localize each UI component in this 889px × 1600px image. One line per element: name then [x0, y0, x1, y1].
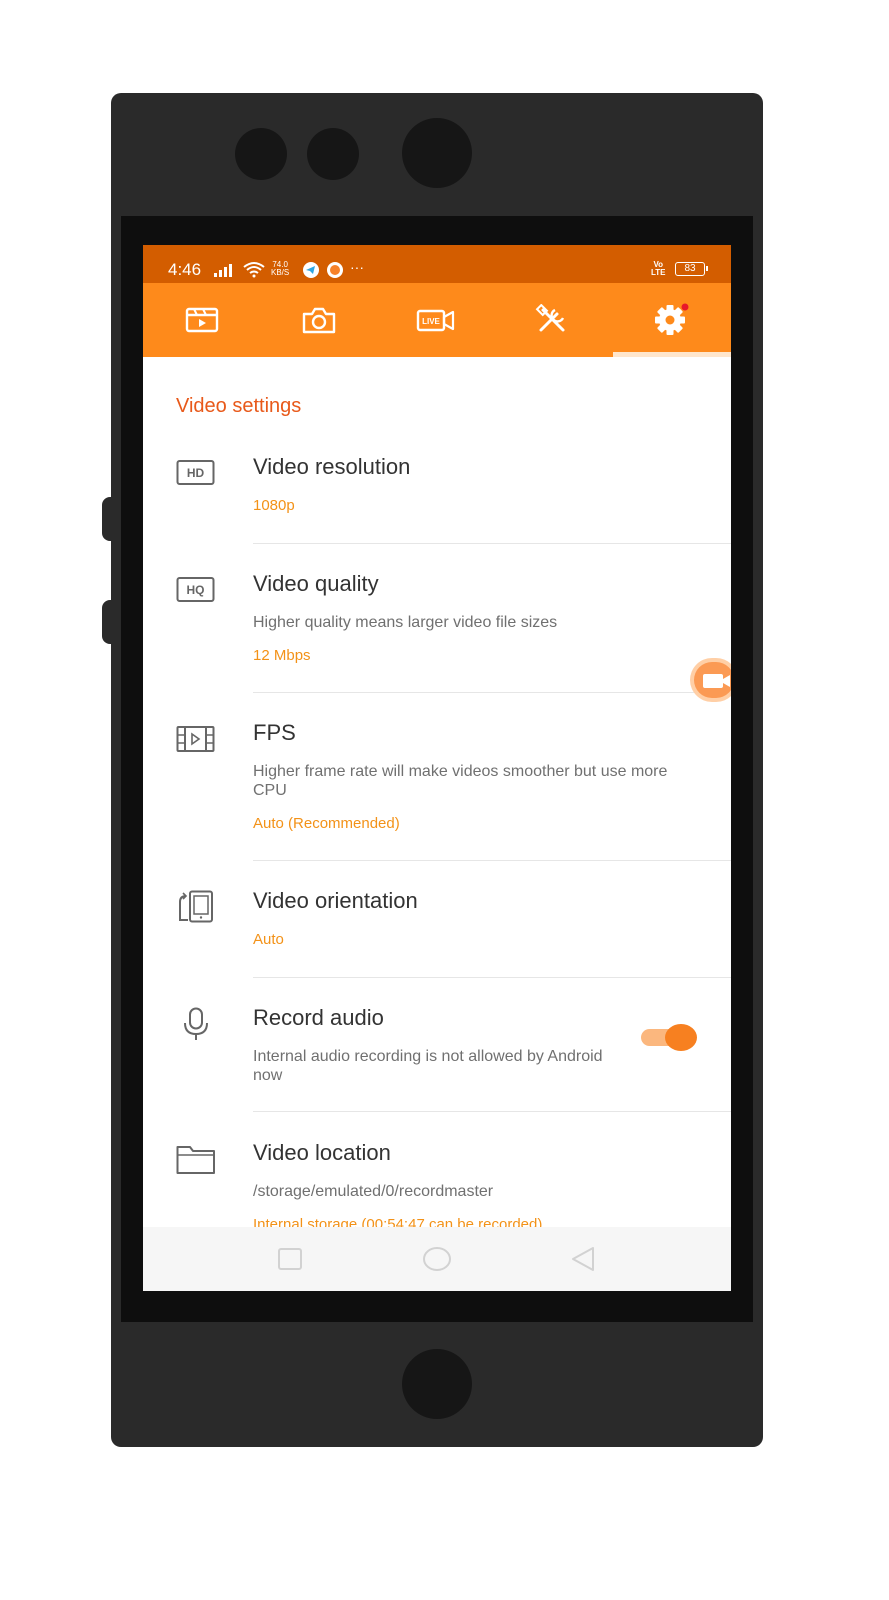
signal-icon — [214, 264, 232, 277]
setting-title: Video quality — [253, 571, 379, 596]
section-title: Video settings — [176, 395, 302, 417]
hd-icon-text: HD — [187, 466, 205, 480]
setting-record-audio[interactable]: Record audio Internal audio recording is… — [143, 1005, 731, 1117]
battery-tip — [706, 266, 708, 271]
setting-value: Internal storage (00:54:47 can be record… — [253, 1216, 543, 1227]
setting-video-orientation[interactable]: Video orientation Auto — [143, 888, 731, 980]
divider — [253, 1111, 731, 1112]
recorder-notification-icon — [327, 262, 343, 278]
navigation-bar — [143, 1227, 731, 1291]
camera-icon — [302, 307, 335, 334]
phone-screen: 4:46 74.0 KB/S ··· Vo LTE 83 LIVE Video … — [143, 245, 731, 1291]
screen-rotation-icon — [179, 890, 213, 923]
home-icon[interactable] — [421, 1246, 453, 1274]
video-camera-icon — [703, 674, 730, 688]
live-label: LIVE — [422, 317, 440, 326]
divider — [253, 860, 731, 861]
settings-list[interactable]: Video settings HD Video resolution 1080p… — [143, 357, 731, 1227]
floating-record-button[interactable] — [690, 658, 731, 702]
tab-tools[interactable] — [494, 283, 611, 357]
network-speed: 74.0 KB/S — [271, 261, 289, 277]
setting-description: Higher frame rate will make videos smoot… — [253, 763, 668, 799]
floating-record-button-inner — [694, 662, 731, 698]
battery-icon: 83 — [675, 262, 705, 276]
tab-live[interactable]: LIVE — [377, 283, 494, 357]
setting-video-resolution[interactable]: HD Video resolution 1080p — [143, 454, 731, 544]
setting-title: FPS — [253, 720, 296, 745]
volte-bottom: LTE — [651, 268, 666, 277]
sensor-right — [307, 128, 359, 180]
recent-apps-icon[interactable] — [277, 1247, 303, 1273]
setting-value: 1080p — [253, 497, 295, 514]
toggle-knob — [665, 1024, 697, 1051]
setting-description: Higher quality means larger video file s… — [253, 614, 558, 631]
speed-unit: KB/S — [271, 268, 290, 277]
tools-icon — [535, 304, 564, 332]
film-icon — [176, 726, 215, 752]
telegram-icon — [303, 262, 319, 278]
setting-title: Video resolution — [253, 454, 411, 479]
divider — [253, 543, 731, 544]
setting-value: Auto — [253, 931, 284, 948]
home-hardware-button — [402, 1349, 472, 1419]
more-notifications-icon: ··· — [350, 259, 364, 275]
setting-value: 12 Mbps — [253, 647, 311, 664]
folder-icon — [176, 1146, 215, 1174]
battery-level: 83 — [684, 263, 696, 274]
live-video-icon: LIVE — [416, 309, 454, 332]
setting-description: /storage/emulated/0/recordmaster — [253, 1183, 494, 1200]
hq-icon-text: HQ — [187, 583, 205, 597]
wifi-icon — [243, 262, 265, 278]
microphone-icon — [184, 1007, 208, 1040]
setting-title: Video location — [253, 1140, 391, 1165]
setting-fps[interactable]: FPS Higher frame rate will make videos s… — [143, 720, 731, 862]
front-camera — [402, 118, 472, 188]
setting-video-quality[interactable]: HQ Video quality Higher quality means la… — [143, 571, 731, 693]
divider — [253, 977, 731, 978]
gear-icon — [654, 303, 688, 335]
hq-icon: HQ — [176, 577, 215, 602]
setting-title: Video orientation — [253, 888, 418, 913]
setting-value: Auto (Recommended) — [253, 815, 400, 832]
setting-title: Record audio — [253, 1005, 384, 1030]
tab-screenshot[interactable] — [260, 283, 377, 357]
setting-description: Internal audio recording is not allowed … — [253, 1048, 603, 1084]
tab-videos[interactable] — [143, 283, 260, 357]
volte-indicator: Vo LTE — [651, 261, 666, 277]
sensor-left — [235, 128, 287, 180]
notification-dot — [681, 303, 688, 311]
tab-bar: LIVE — [143, 283, 731, 357]
video-list-icon — [185, 307, 218, 333]
status-bar: 4:46 74.0 KB/S ··· Vo LTE 83 — [143, 245, 731, 283]
record-audio-toggle[interactable] — [641, 1024, 699, 1051]
tab-settings[interactable] — [611, 283, 728, 357]
back-icon[interactable] — [569, 1246, 597, 1274]
status-time: 4:46 — [168, 260, 202, 279]
divider — [253, 692, 731, 693]
hd-icon: HD — [176, 460, 215, 485]
setting-video-location[interactable]: Video location /storage/emulated/0/recor… — [143, 1140, 731, 1227]
